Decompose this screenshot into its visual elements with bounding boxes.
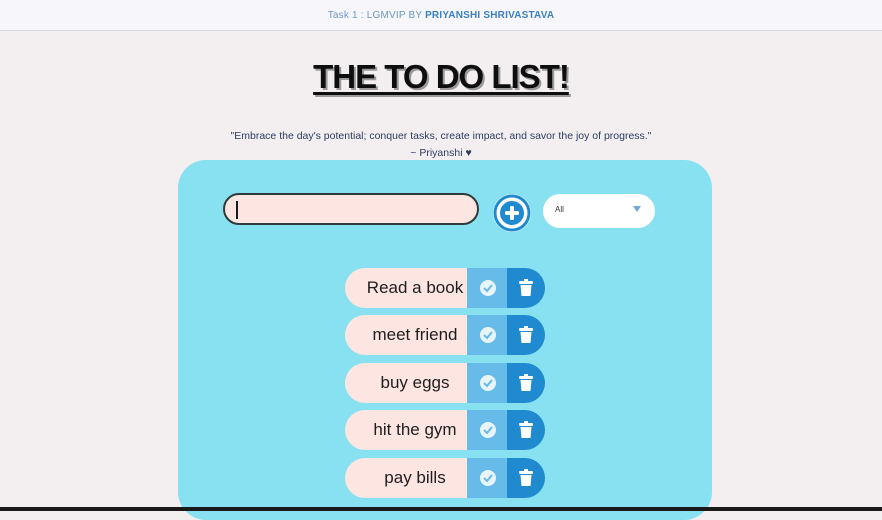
filter-select[interactable]: All (543, 194, 655, 228)
caret-down-icon (633, 206, 641, 212)
complete-button[interactable] (467, 410, 509, 450)
todo-item: buy eggs (345, 363, 545, 403)
trash-icon (519, 279, 533, 296)
todo-item: pay bills (345, 458, 545, 498)
trash-icon (519, 469, 533, 486)
trash-icon (519, 374, 533, 391)
check-circle-icon (480, 375, 496, 391)
quote-text: "Embrace the day's potential; conquer ta… (230, 130, 652, 142)
todo-label: buy eggs (345, 363, 477, 403)
task-input[interactable] (223, 193, 479, 225)
todo-item: hit the gym (345, 410, 545, 450)
plus-circle-icon (493, 194, 531, 232)
credit-author: PRIYANSHI SHRIVASTAVA (425, 10, 555, 21)
delete-button[interactable] (507, 458, 545, 498)
quote-block: "Embrace the day's potential; conquer ta… (0, 128, 882, 162)
todo-item: Read a book (345, 268, 545, 308)
complete-button[interactable] (467, 315, 509, 355)
todo-item: meet friend (345, 315, 545, 355)
top-credit-bar: Task 1 : LGMVIP BY PRIYANSHI SHRIVASTAVA (0, 0, 882, 31)
delete-button[interactable] (507, 410, 545, 450)
todo-label: meet friend (345, 315, 477, 355)
delete-button[interactable] (507, 268, 545, 308)
text-cursor (236, 201, 238, 219)
add-task-button[interactable] (493, 194, 531, 232)
bottom-edge (0, 507, 882, 511)
credit-prefix: Task 1 : LGMVIP BY (327, 10, 426, 21)
check-circle-icon (480, 470, 496, 486)
delete-button[interactable] (507, 363, 545, 403)
complete-button[interactable] (467, 458, 509, 498)
check-circle-icon (480, 280, 496, 296)
complete-button[interactable] (467, 268, 509, 308)
delete-button[interactable] (507, 315, 545, 355)
page-title: THE TO DO LIST! (313, 58, 570, 95)
filter-selected-value: All (555, 205, 564, 214)
todo-label: Read a book (345, 268, 477, 308)
todo-label: hit the gym (345, 410, 477, 450)
todo-label: pay bills (345, 458, 477, 498)
trash-icon (519, 326, 533, 343)
complete-button[interactable] (467, 363, 509, 403)
check-circle-icon (480, 327, 496, 343)
credit-line: Task 1 : LGMVIP BY PRIYANSHI SHRIVASTAVA (0, 10, 882, 21)
check-circle-icon (480, 422, 496, 438)
trash-icon (519, 421, 533, 438)
